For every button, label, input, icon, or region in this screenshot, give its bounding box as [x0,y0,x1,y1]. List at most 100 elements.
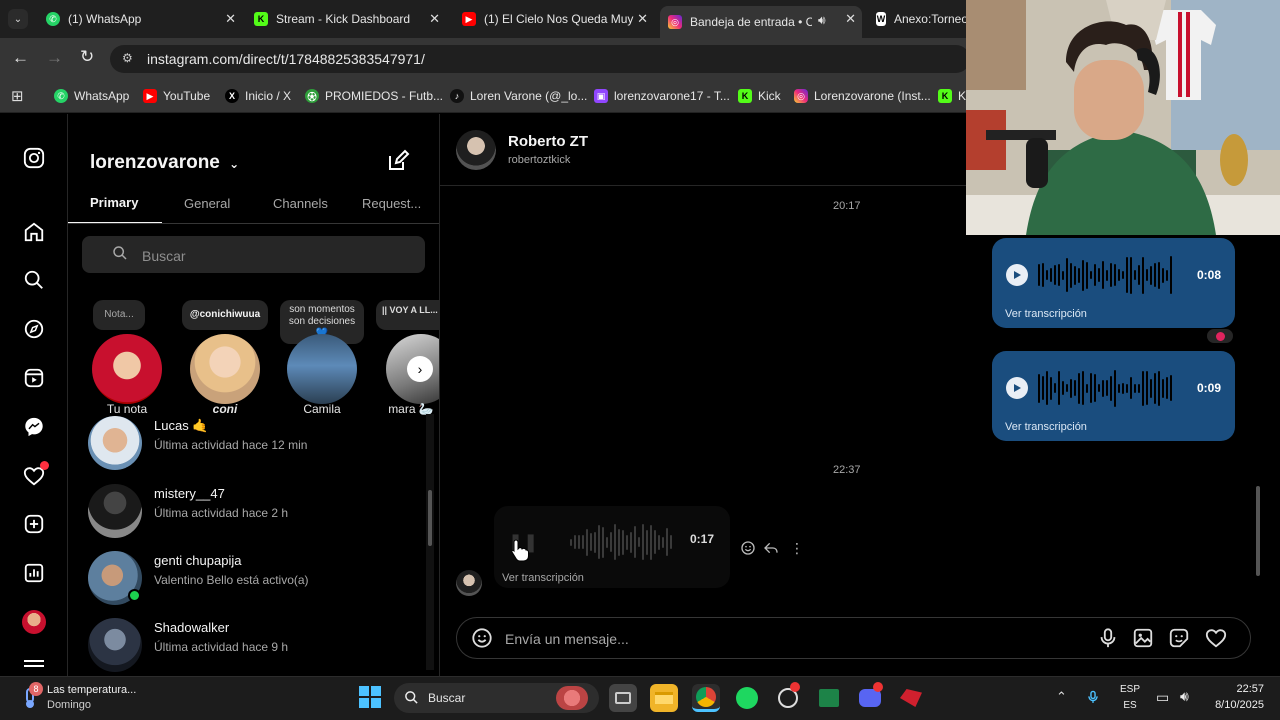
profile-avatar[interactable] [22,610,46,634]
react-icon[interactable] [740,540,756,561]
bookmark-label: Lorenzovarone (Inst... [814,89,931,103]
tab-search-icon[interactable]: ⌄ [8,9,28,29]
create-icon[interactable] [22,512,46,536]
play-icon[interactable] [1006,264,1028,286]
bookmark-x[interactable]: X Inicio / X [225,86,291,106]
reels-icon[interactable] [22,366,46,390]
inbox-scrollbar-thumb[interactable] [428,490,432,546]
new-message-icon[interactable] [386,149,410,178]
microphone-icon[interactable] [1097,627,1119,654]
taskbar-search[interactable]: Buscar [394,683,599,713]
image-icon[interactable] [1132,627,1154,654]
chevron-right-icon[interactable]: › [407,356,433,382]
microphone-tray-icon[interactable] [1086,688,1100,711]
chat-scrollbar-thumb[interactable] [1256,486,1260,576]
conversation-item[interactable]: Lucas 🤙 Última actividad hace 12 min [88,412,428,472]
apps-grid-icon[interactable]: ⊞ [11,87,24,105]
windows-start-icon[interactable] [359,686,383,710]
waveform-bar [1118,383,1120,393]
play-icon[interactable] [1006,377,1028,399]
story-avatar-own[interactable] [92,334,162,404]
more-menu-icon[interactable] [22,656,46,666]
explore-icon[interactable] [22,317,46,341]
tab-primary[interactable]: Primary [90,195,138,210]
notifications-heart-icon[interactable] [22,461,49,488]
address-bar[interactable]: ⚙ instagram.com/direct/t/178488253835479… [110,45,970,73]
close-tab-icon[interactable]: ✕ [845,11,856,27]
bookmark-youtube[interactable]: ▶ YouTube [143,86,210,106]
contact-avatar[interactable] [456,130,496,170]
like-heart-icon[interactable] [1205,627,1227,654]
tab-requests[interactable]: Request... [362,196,421,211]
chat-scrollbar[interactable] [1254,486,1262,576]
note-bubble[interactable]: Nota... [93,300,145,330]
conversation-item[interactable]: mistery__47 Última actividad hace 2 h [88,480,428,540]
bookmark-twitch[interactable]: ▣ lorenzovarone17 - T... [594,86,730,106]
tab-kick[interactable]: K Stream - Kick Dashboard ✕ [246,6,446,32]
network-icon[interactable]: ▭ [1156,689,1169,706]
task-view-icon[interactable] [609,684,637,712]
story-avatar-coni[interactable] [190,334,260,404]
reaction-badge[interactable] [1206,328,1234,344]
emoji-icon[interactable] [471,627,493,654]
spotify-icon[interactable] [733,684,761,712]
conversation-item[interactable]: Shadowalker Última actividad hace 9 h [88,614,428,674]
inbox-scrollbar-track[interactable] [426,414,434,670]
sent-voice-message[interactable]: 0:09 Ver transcripción [992,351,1235,441]
volume-icon[interactable]: 🔊︎ [1180,688,1189,705]
tab-youtube[interactable]: ▶ (1) El Cielo Nos Queda Muy ✕ [454,6,654,32]
bookmark-instagram[interactable]: ◎ Lorenzovarone (Inst... [794,86,931,106]
insights-icon[interactable] [22,561,46,585]
more-options-icon[interactable]: ⋮ [790,541,804,555]
chevron-up-icon[interactable]: ⌃ [1056,689,1067,705]
transcription-link[interactable]: Ver transcripción [1005,421,1087,433]
bookmark-tiktok[interactable]: ♪ Loren Varone (@_lo... [450,86,587,106]
transcription-link[interactable]: Ver transcripción [502,572,584,584]
close-tab-icon[interactable]: ✕ [225,11,236,27]
home-icon[interactable] [22,220,46,244]
contact-name[interactable]: Roberto ZT [508,133,588,150]
instagram-logo-icon[interactable] [22,146,46,170]
note-bubble[interactable]: @conichiwuua [182,300,268,330]
message-composer[interactable]: Envía un mensaje... [456,617,1251,659]
conversation-item[interactable]: genti chupapija Valentino Bello está act… [88,547,428,607]
close-tab-icon[interactable]: ✕ [637,11,648,27]
bookmark-kick-2[interactable]: KK [938,86,966,106]
speaker-icon[interactable]: 🔊︎ [818,13,826,28]
weather-widget-icon[interactable]: 8 [18,682,43,710]
discord-icon[interactable] [856,682,884,712]
file-explorer-icon[interactable] [650,684,678,712]
spreadsheet-app-icon[interactable] [815,684,843,712]
bookmark-promiedos[interactable]: ⚽︎ PROMIEDOS - Futb... [305,86,443,106]
note-bubble[interactable]: || VOY A LL... Bad Bunn [376,300,439,330]
close-tab-icon[interactable]: ✕ [429,11,440,27]
waveform-bar [1158,261,1160,289]
tab-wikipedia[interactable]: W Anexo:Torneo [868,6,968,32]
tab-channels[interactable]: Channels [273,196,328,211]
streaming-app-icon[interactable] [897,684,925,712]
bookmark-kick[interactable]: K Kick [738,86,781,106]
input-language[interactable]: ESP [1120,684,1140,695]
taskbar-search-label: Buscar [428,691,466,705]
tab-general[interactable]: General [184,196,230,211]
reply-icon[interactable] [763,540,779,561]
weather-title[interactable]: Las temperatura... [47,684,136,696]
reload-icon[interactable]: ↻ [80,47,94,67]
site-settings-icon[interactable]: ⚙ [122,51,133,65]
chrome-icon[interactable] [692,684,720,712]
forward-icon[interactable]: → [46,48,63,68]
search-icon[interactable] [22,268,46,292]
search-input[interactable]: Buscar [82,236,425,273]
account-switcher[interactable]: lorenzovarone ⌄ [90,152,239,174]
transcription-link[interactable]: Ver transcripción [1005,308,1087,320]
sent-voice-message[interactable]: 0:08 Ver transcripción [992,238,1235,328]
story-avatar-camila[interactable] [287,334,357,404]
tab-whatsapp[interactable]: ✆ (1) WhatsApp ✕ [38,6,242,32]
tab-instagram[interactable]: ◎ Bandeja de entrada • Ch 🔊︎ ✕ [660,6,862,38]
back-icon[interactable]: ← [12,48,29,68]
sticker-icon[interactable] [1168,627,1190,654]
messenger-icon[interactable] [22,415,46,439]
app-icon[interactable] [774,682,802,712]
bookmark-whatsapp[interactable]: ✆ WhatsApp [54,86,129,106]
clock-time[interactable]: 22:57 [1210,683,1264,695]
